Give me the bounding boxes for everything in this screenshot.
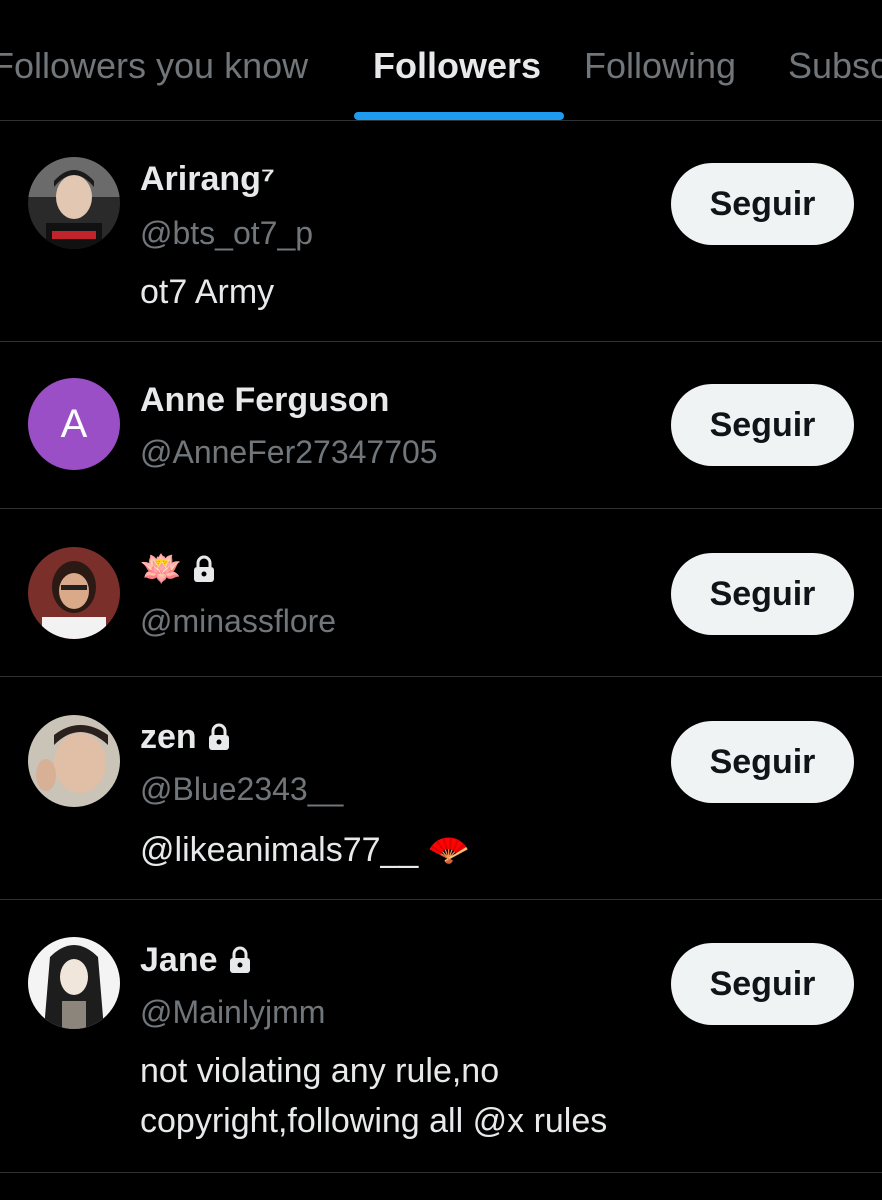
- user-name-text: Jane: [140, 941, 218, 979]
- user-name[interactable]: zen: [140, 717, 231, 757]
- follow-button[interactable]: Seguir: [671, 721, 854, 803]
- follow-button[interactable]: Seguir: [671, 384, 854, 466]
- lock-icon: [229, 946, 250, 973]
- tab-followers-you-know[interactable]: Followers you know: [0, 44, 308, 88]
- user-handle: @bts_ot7_p: [140, 215, 314, 251]
- user-row[interactable]: Arirang⁷ @bts_ot7_p ot7 Army Seguir: [0, 121, 882, 342]
- user-name-text: 🪷: [140, 550, 183, 588]
- follow-button[interactable]: Seguir: [671, 553, 854, 635]
- user-bio: ot7 Army: [140, 273, 275, 311]
- user-name[interactable]: 🪷: [140, 549, 216, 589]
- avatar[interactable]: A: [28, 378, 120, 470]
- avatar-photo: [28, 715, 120, 807]
- user-name[interactable]: Arirang⁷: [140, 159, 275, 199]
- user-name-text: Arirang⁷: [140, 160, 275, 198]
- avatar-letter: A: [28, 378, 120, 470]
- avatar[interactable]: [28, 937, 120, 1029]
- avatar-photo: [28, 157, 120, 249]
- user-name-text: Anne Ferguson: [140, 381, 390, 419]
- active-tab-indicator: [354, 112, 564, 120]
- user-row[interactable]: zen @Blue2343__ @likeanimals77__ 🪭 Segui…: [0, 677, 882, 900]
- avatar[interactable]: [28, 715, 120, 807]
- user-handle: @Blue2343__: [140, 771, 344, 807]
- user-row[interactable]: 🪷 @minassflore Seguir: [0, 509, 882, 677]
- follow-button[interactable]: Seguir: [671, 943, 854, 1025]
- user-bio: @likeanimals77__ 🪭: [140, 831, 471, 869]
- avatar-illustration: [28, 937, 120, 1029]
- user-name[interactable]: Jane: [140, 940, 252, 980]
- user-row[interactable]: A Anne Ferguson @AnneFer27347705 Seguir: [0, 342, 882, 509]
- avatar[interactable]: [28, 157, 120, 249]
- tab-followers[interactable]: Followers: [373, 44, 541, 88]
- user-bio: not violating any rule,no copyright,foll…: [140, 1052, 608, 1140]
- user-handle: @Mainlyjmm: [140, 994, 326, 1030]
- tab-subscriptions[interactable]: Subscriptions: [788, 44, 882, 88]
- lock-icon: [208, 723, 229, 750]
- user-handle: @minassflore: [140, 603, 337, 639]
- avatar[interactable]: [28, 547, 120, 639]
- user-row[interactable]: Jane @Mainlyjmm not violating any rule,n…: [0, 900, 882, 1173]
- lock-icon: [194, 555, 215, 582]
- follow-button[interactable]: Seguir: [671, 163, 854, 245]
- tab-following[interactable]: Following: [584, 44, 736, 88]
- tab-bar: Followers you know Followers Following S…: [0, 0, 882, 121]
- user-name[interactable]: Anne Ferguson: [140, 380, 389, 420]
- avatar-photo: [28, 547, 120, 639]
- user-handle: @AnneFer27347705: [140, 434, 438, 470]
- user-name-text: zen: [140, 718, 197, 756]
